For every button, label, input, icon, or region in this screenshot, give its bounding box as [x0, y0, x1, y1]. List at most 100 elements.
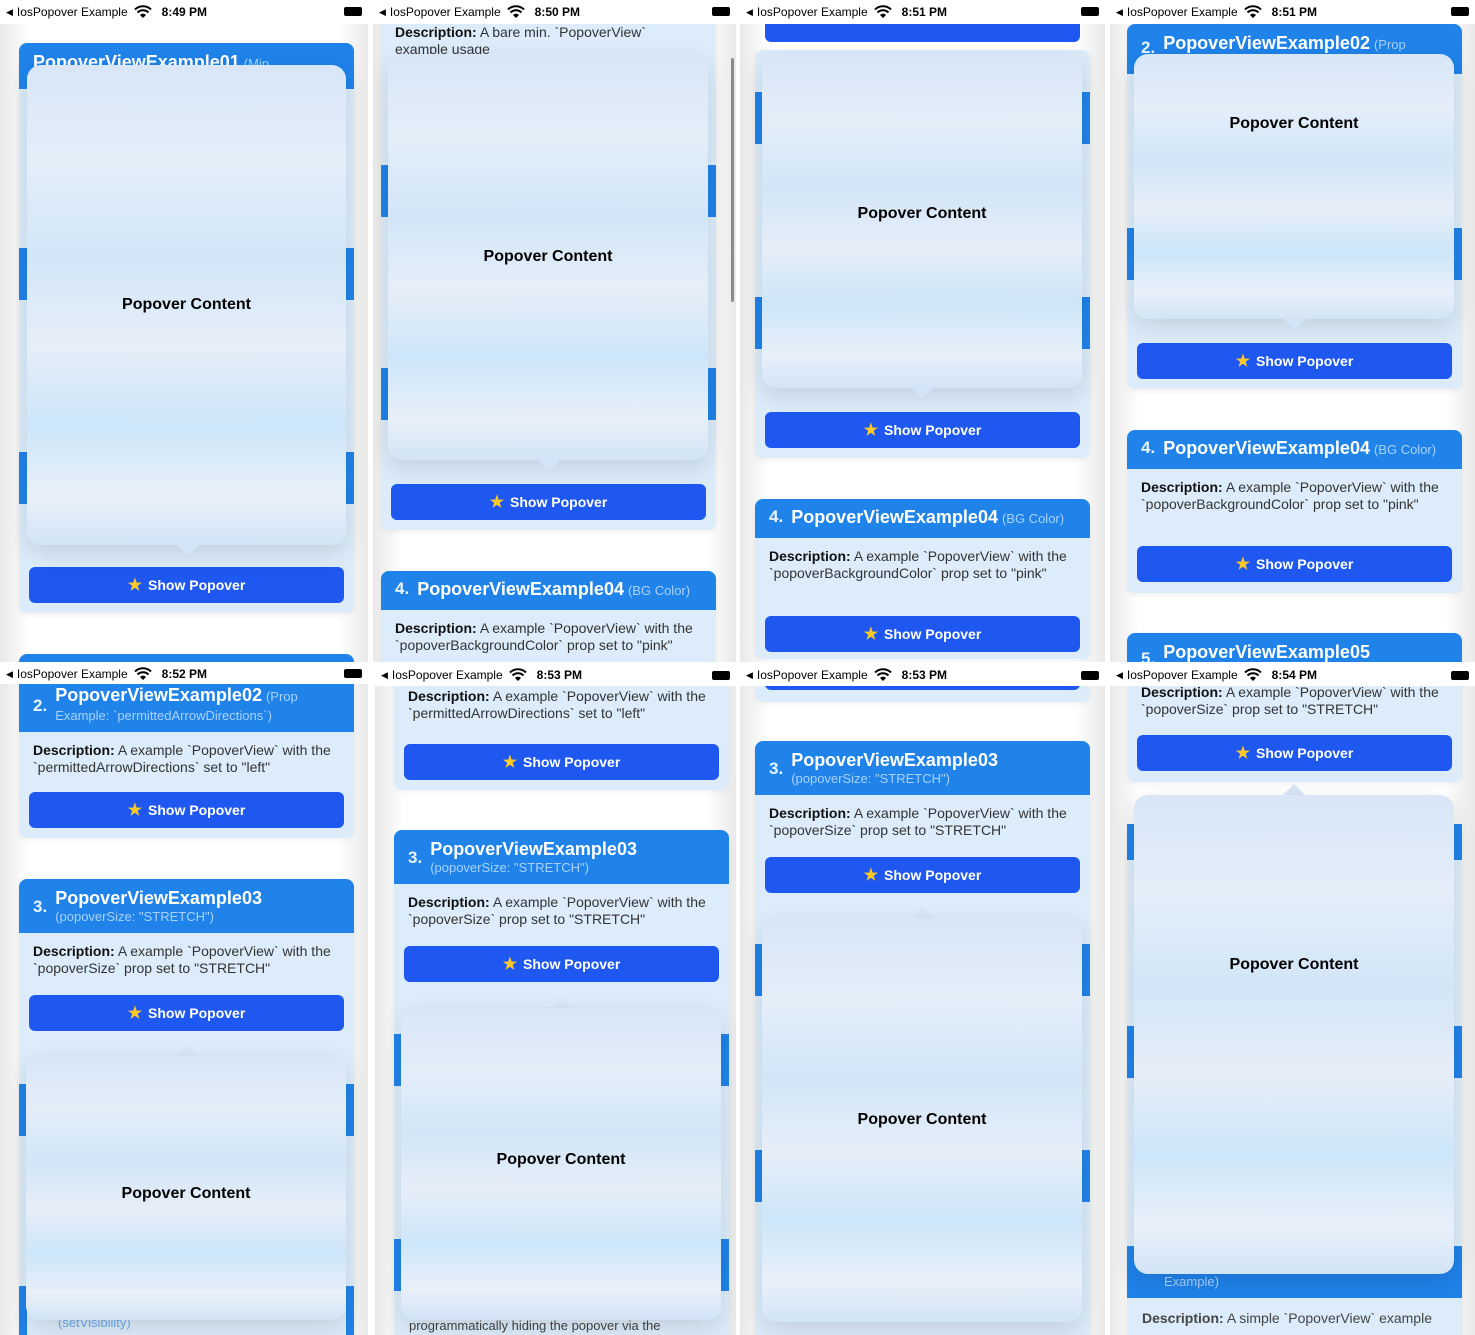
- card-edge: [1082, 1150, 1090, 1202]
- wifi-icon: [873, 668, 892, 681]
- card-edge: [1454, 1026, 1462, 1078]
- popover[interactable]: Popover Content: [27, 65, 346, 545]
- status-app-name[interactable]: IosPopover Example: [1127, 668, 1238, 682]
- popover[interactable]: Popover Content: [26, 1056, 346, 1320]
- popover[interactable]: Popover Content: [401, 1008, 721, 1320]
- popover[interactable]: Popover Content: [762, 918, 1082, 1322]
- status-app-name[interactable]: IosPopover Example: [17, 667, 128, 681]
- star-icon: ★: [863, 626, 879, 643]
- example-card-03: Description: A example `PopoverView` wit…: [1127, 674, 1462, 782]
- star-icon: ★: [863, 422, 879, 439]
- card-description: Description: A example `PopoverView` wit…: [33, 943, 331, 976]
- wifi-icon: [873, 5, 892, 18]
- battery-icon: [1081, 7, 1099, 16]
- example-card-04: 4. PopoverViewExample04 (BG Color) Descri…: [1127, 430, 1462, 593]
- popover-content-label: Popover Content: [496, 1151, 626, 1168]
- card-header: 5. PopoverViewExample05: [1127, 633, 1462, 662]
- back-arrow-icon[interactable]: ◀: [746, 670, 753, 681]
- popover-content-label: Popover Content: [483, 248, 613, 265]
- card-title: PopoverViewExample02 (Prop: [1163, 33, 1406, 53]
- star-icon: ★: [1235, 353, 1251, 370]
- card-header: 4. PopoverViewExample04 (BG Color): [381, 571, 716, 610]
- back-arrow-icon[interactable]: ◀: [1116, 7, 1123, 18]
- card-title: PopoverViewExample04 (BG Color): [791, 507, 1065, 527]
- screen-2: ◀ IosPopover Example 8:50 PM Description…: [373, 0, 736, 662]
- battery-icon: [344, 669, 362, 678]
- star-icon: ★: [127, 1005, 143, 1022]
- show-popover-button[interactable]: ★ Show Popover: [765, 857, 1080, 893]
- back-arrow-icon[interactable]: ◀: [6, 7, 13, 18]
- popover-content-label: Popover Content: [122, 296, 251, 313]
- status-app-name[interactable]: IosPopover Example: [1127, 5, 1238, 19]
- popover[interactable]: Popover Content: [388, 54, 708, 460]
- status-app-name[interactable]: IosPopover Example: [757, 5, 868, 19]
- card-description: Description: A example `PopoverView` wit…: [769, 805, 1067, 838]
- battery-icon: [1081, 671, 1099, 680]
- popover-arrow: [175, 1045, 197, 1056]
- card-edge: [1454, 824, 1462, 860]
- popover-content-label: Popover Content: [857, 205, 987, 222]
- status-time: 8:54 PM: [1271, 668, 1318, 682]
- popover-arrow: [1284, 319, 1306, 330]
- back-arrow-icon[interactable]: ◀: [746, 7, 753, 18]
- card-title: PopoverViewExample02 (Prop: [55, 685, 298, 705]
- back-arrow-icon[interactable]: ◀: [381, 670, 388, 681]
- wifi-icon: [133, 5, 152, 18]
- example-card-04: 4. PopoverViewExample04 (BG Color) Descri…: [381, 571, 716, 662]
- status-bar: ◀ IosPopover Example 8:50 PM: [373, 0, 736, 24]
- card-edge: [1082, 944, 1090, 996]
- show-popover-button[interactable]: ★ Show Popover: [765, 616, 1080, 652]
- show-popover-button[interactable]: ★ Show Popover: [29, 792, 344, 828]
- screen-8: ◀ IosPopover Example 8:54 PM Description…: [1110, 664, 1475, 1335]
- popover[interactable]: Popover Content: [762, 54, 1082, 388]
- battery-icon: [1451, 7, 1469, 16]
- show-popover-button[interactable]: ★ Show Popover: [29, 567, 344, 603]
- card-description-peek: Description: A simple `PopoverView` exam…: [1142, 1310, 1432, 1326]
- status-app-name[interactable]: IosPopover Example: [17, 5, 128, 19]
- show-popover-button[interactable]: ★ Show Popover: [404, 744, 719, 780]
- status-bar: ◀ IosPopover Example 8:51 PM: [740, 0, 1105, 24]
- status-time: 8:49 PM: [161, 5, 208, 19]
- status-app-name[interactable]: IosPopover Example: [392, 668, 503, 682]
- battery-icon: [712, 671, 730, 680]
- card-title: PopoverViewExample03: [791, 750, 998, 770]
- card-edge: [1082, 92, 1090, 144]
- star-icon: ★: [127, 802, 143, 819]
- back-arrow-icon[interactable]: ◀: [1116, 670, 1123, 681]
- card-edge: [346, 452, 354, 504]
- popover-content-label: Popover Content: [1229, 955, 1359, 973]
- card-description: Description: A example `PopoverView` wit…: [395, 620, 693, 653]
- card-edge: [346, 1286, 354, 1335]
- popover[interactable]: Popover Content: [1134, 795, 1454, 1274]
- show-popover-button[interactable]: ★ Show Popover: [1137, 735, 1452, 771]
- screen-4: ◀ IosPopover Example 8:51 PM 2. PopoverV…: [1110, 0, 1475, 662]
- scrollbar[interactable]: [731, 58, 734, 302]
- status-app-name[interactable]: IosPopover Example: [757, 668, 868, 682]
- battery-icon: [344, 7, 362, 16]
- card-edge: [721, 1034, 729, 1086]
- status-app-name[interactable]: IosPopover Example: [390, 5, 501, 19]
- card-description: Description: A example `PopoverView` wit…: [1141, 479, 1439, 512]
- star-icon: ★: [127, 577, 143, 594]
- screen-3: ◀ IosPopover Example 8:51 PM Popover Con…: [740, 0, 1105, 662]
- show-popover-button[interactable]: ★ Show Popover: [29, 995, 344, 1031]
- star-icon: ★: [489, 494, 505, 511]
- show-popover-button[interactable]: ★ Show Popover: [391, 484, 706, 520]
- popover-arrow: [911, 907, 933, 918]
- screen-1: ◀ IosPopover Example 8:49 PM PopoverView…: [0, 0, 368, 662]
- show-popover-button[interactable]: ★ Show Popover: [1137, 343, 1452, 379]
- show-popover-button[interactable]: ★ Show Popover: [1137, 546, 1452, 582]
- back-arrow-icon[interactable]: ◀: [379, 7, 386, 18]
- card-header: 3. PopoverViewExample03 (popoverSize: "S…: [755, 741, 1090, 795]
- back-arrow-icon[interactable]: ◀: [6, 669, 13, 680]
- example-card-02: Description: A example `PopoverView` wit…: [394, 674, 729, 790]
- star-icon: ★: [502, 956, 518, 973]
- status-bar: ◀ IosPopover Example 8:53 PM: [375, 664, 736, 686]
- card-title: PopoverViewExample04 (BG Color): [417, 579, 691, 599]
- wifi-icon: [506, 5, 525, 18]
- card-description: Description: A example `PopoverView` wit…: [33, 742, 331, 775]
- show-popover-button[interactable]: ★ Show Popover: [404, 946, 719, 982]
- show-popover-button[interactable]: ★ Show Popover: [765, 412, 1080, 448]
- popover[interactable]: Popover Content: [1134, 54, 1454, 319]
- card-subtitle: (popoverSize: "STRETCH"): [791, 771, 950, 786]
